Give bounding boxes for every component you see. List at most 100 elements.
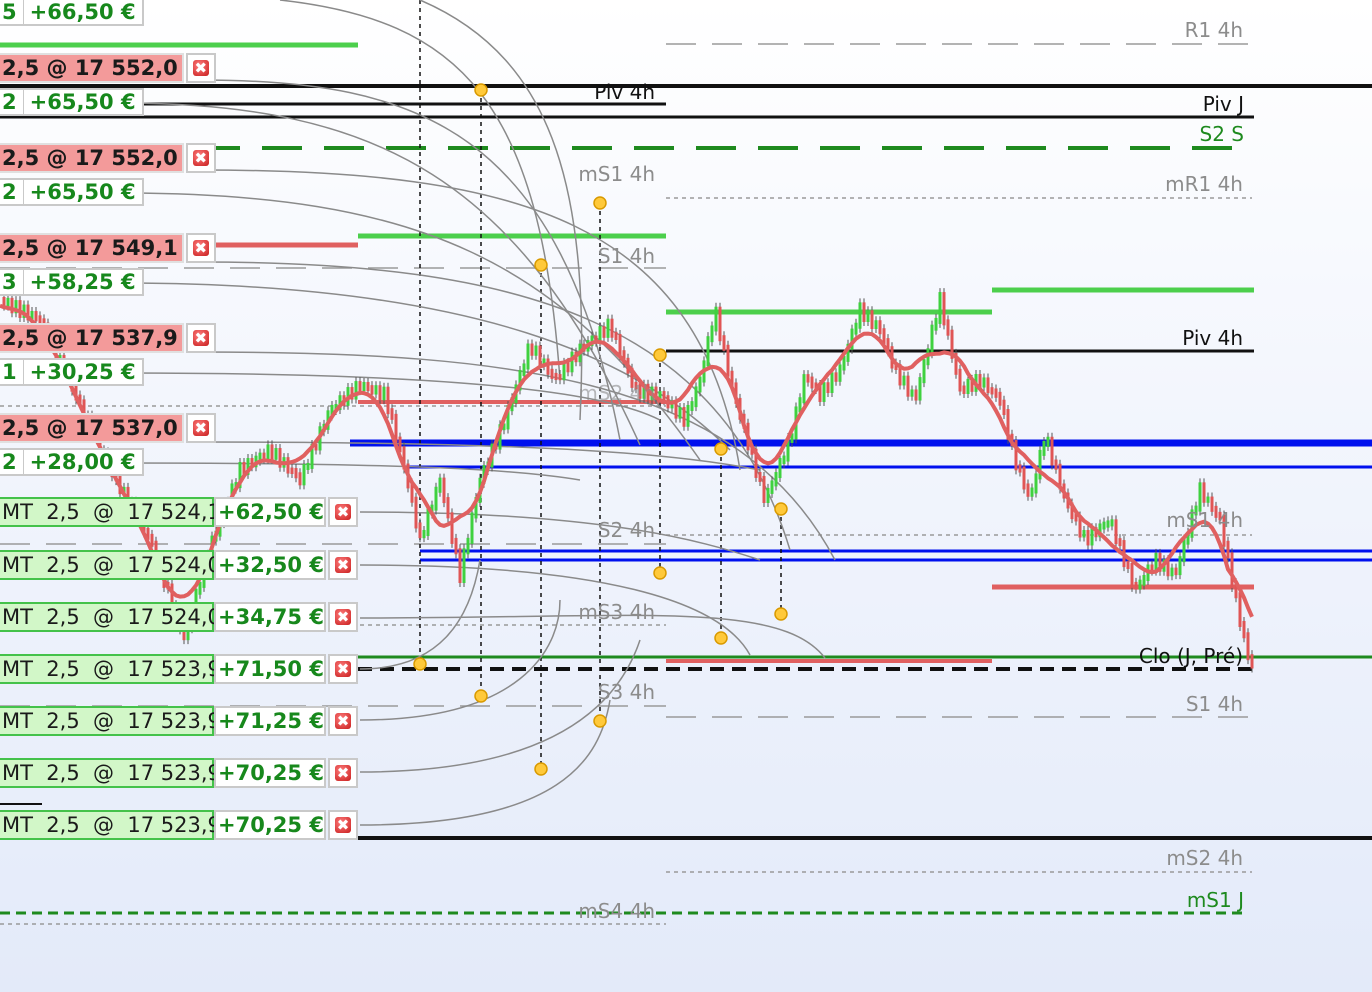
order-price: 2,5 @ 17 552,0 — [0, 143, 184, 173]
sell-order-4[interactable]: 2,5 @ 17 537,9 ✖ — [0, 323, 216, 353]
candle-body — [858, 302, 862, 329]
candle-body — [834, 372, 838, 382]
candle-body — [1178, 556, 1182, 576]
buy-order-4[interactable]: MT 2,5 @ 17 523,9 +71,50 € ✖ — [0, 654, 358, 684]
order-price: 2,5 @ 17 537,0 — [0, 413, 184, 443]
buy-order-3[interactable]: MT 2,5 @ 17 524,0 +34,75 € ✖ — [0, 602, 358, 632]
close-icon: ✖ — [192, 329, 209, 347]
order-marker-dot[interactable] — [413, 657, 427, 671]
buy-order-7[interactable]: MT 2,5 @ 17 523,9 +70,25 € ✖ — [0, 810, 358, 840]
sell-order-2[interactable]: 2,5 @ 17 552,0 ✖ — [0, 143, 216, 173]
order-marker-dot[interactable] — [534, 762, 548, 776]
candle-body — [1082, 530, 1086, 538]
order-price: 2,5 @ 17 549,1 — [0, 233, 184, 263]
cancel-order-button[interactable]: ✖ — [185, 323, 216, 353]
candle-body — [534, 345, 538, 356]
candle-body — [946, 319, 950, 336]
order-price: MT 2,5 @ 17 523,9 — [0, 654, 221, 684]
candle-body — [838, 364, 842, 382]
order-pnl: +62,50 € — [214, 497, 326, 527]
cancel-order-button[interactable]: ✖ — [185, 233, 216, 263]
buy-order-1[interactable]: MT 2,5 @ 17 524,1 +62,50 € ✖ — [0, 497, 358, 527]
candle-body — [454, 537, 458, 555]
candle-body — [370, 385, 374, 395]
candle-body — [826, 382, 830, 393]
close-icon: ✖ — [335, 764, 351, 782]
candle-body — [1054, 459, 1058, 470]
candle-body — [1238, 592, 1242, 627]
candle-body — [1174, 567, 1178, 576]
label-clo: Clo (J, Pré) — [1139, 644, 1243, 668]
candle-body — [1046, 436, 1050, 447]
order-marker-dot[interactable] — [474, 689, 488, 703]
order-marker-dot[interactable] — [474, 83, 488, 97]
order-marker-dot[interactable] — [653, 566, 667, 580]
order-marker-dot[interactable] — [714, 442, 728, 456]
order-price: MT 2,5 @ 17 523,9 — [0, 810, 221, 840]
cancel-order-button[interactable]: ✖ — [185, 413, 216, 443]
cancel-order-button[interactable]: ✖ — [328, 550, 358, 580]
cancel-order-button[interactable]: ✖ — [328, 497, 358, 527]
cancel-order-button[interactable]: ✖ — [328, 706, 358, 736]
candle-body — [294, 468, 298, 479]
buy-order-2[interactable]: MT 2,5 @ 17 524,0 +32,50 € ✖ — [0, 550, 358, 580]
candle-body — [450, 512, 454, 544]
order-marker-dot[interactable] — [774, 502, 788, 516]
order-pnl: +70,25 € — [214, 758, 326, 788]
candle-body — [266, 444, 270, 460]
candle-body — [966, 378, 970, 394]
label-s2-4h-mid: S2 4h — [598, 518, 655, 542]
order-pnl-tag: 2 +65,50 € — [0, 88, 144, 116]
candle-body — [566, 361, 570, 373]
candle-body — [442, 477, 446, 504]
candle-body — [418, 522, 422, 539]
close-icon: ✖ — [192, 149, 209, 167]
candle-body — [366, 381, 370, 392]
candle-body — [358, 381, 362, 392]
order-price: MT 2,5 @ 17 524,0 — [0, 550, 221, 580]
order-marker-dot[interactable] — [774, 607, 788, 621]
cancel-order-button[interactable]: ✖ — [328, 602, 358, 632]
candle-body — [906, 375, 910, 397]
cancel-order-button[interactable]: ✖ — [328, 758, 358, 788]
candle-body — [922, 359, 926, 384]
candle-body — [462, 548, 466, 583]
candle-body — [530, 343, 534, 356]
cancel-order-button[interactable]: ✖ — [185, 53, 216, 83]
candle-body — [1118, 538, 1122, 547]
order-marker-dot[interactable] — [653, 348, 667, 362]
sell-order-3[interactable]: 2,5 @ 17 549,1 ✖ — [0, 233, 216, 263]
order-marker-dot[interactable] — [534, 258, 548, 272]
sell-order-1[interactable]: 2,5 @ 17 552,0 ✖ — [0, 53, 216, 83]
cancel-order-button[interactable]: ✖ — [328, 810, 358, 840]
candle-body — [774, 472, 778, 487]
order-marker-dot[interactable] — [593, 196, 607, 210]
candle-body — [34, 311, 38, 322]
candle-body — [762, 475, 766, 503]
candle-body — [1042, 440, 1046, 456]
candle-body — [722, 335, 726, 351]
cancel-order-button[interactable]: ✖ — [185, 143, 216, 173]
candle-body — [302, 463, 306, 486]
candle-body — [938, 292, 942, 324]
sell-order-5[interactable]: 2,5 @ 17 537,0 ✖ — [0, 413, 216, 443]
buy-order-6[interactable]: MT 2,5 @ 17 523,9 +70,25 € ✖ — [0, 758, 358, 788]
candle-body — [682, 407, 686, 427]
candle-body — [610, 318, 614, 338]
candle-body — [422, 529, 426, 539]
buy-order-5[interactable]: MT 2,5 @ 17 523,9 +71,25 € ✖ — [0, 706, 358, 736]
candle-body — [822, 382, 826, 402]
level-labels: R1 4h Piv J S2 S mR1 4h Piv 4h mS1 4h Cl… — [578, 18, 1244, 923]
candle-body — [1026, 483, 1030, 497]
order-marker-dot[interactable] — [593, 714, 607, 728]
candle-body — [910, 389, 914, 397]
close-icon: ✖ — [335, 660, 351, 678]
candle-body — [434, 486, 438, 511]
candle-body — [286, 457, 290, 474]
order-price: MT 2,5 @ 17 524,0 — [0, 602, 221, 632]
order-pnl-tag: 2 +65,50 € — [0, 178, 144, 206]
cancel-order-button[interactable]: ✖ — [328, 654, 358, 684]
candle-body — [274, 448, 278, 460]
candle-body — [602, 326, 606, 338]
order-marker-dot[interactable] — [714, 631, 728, 645]
